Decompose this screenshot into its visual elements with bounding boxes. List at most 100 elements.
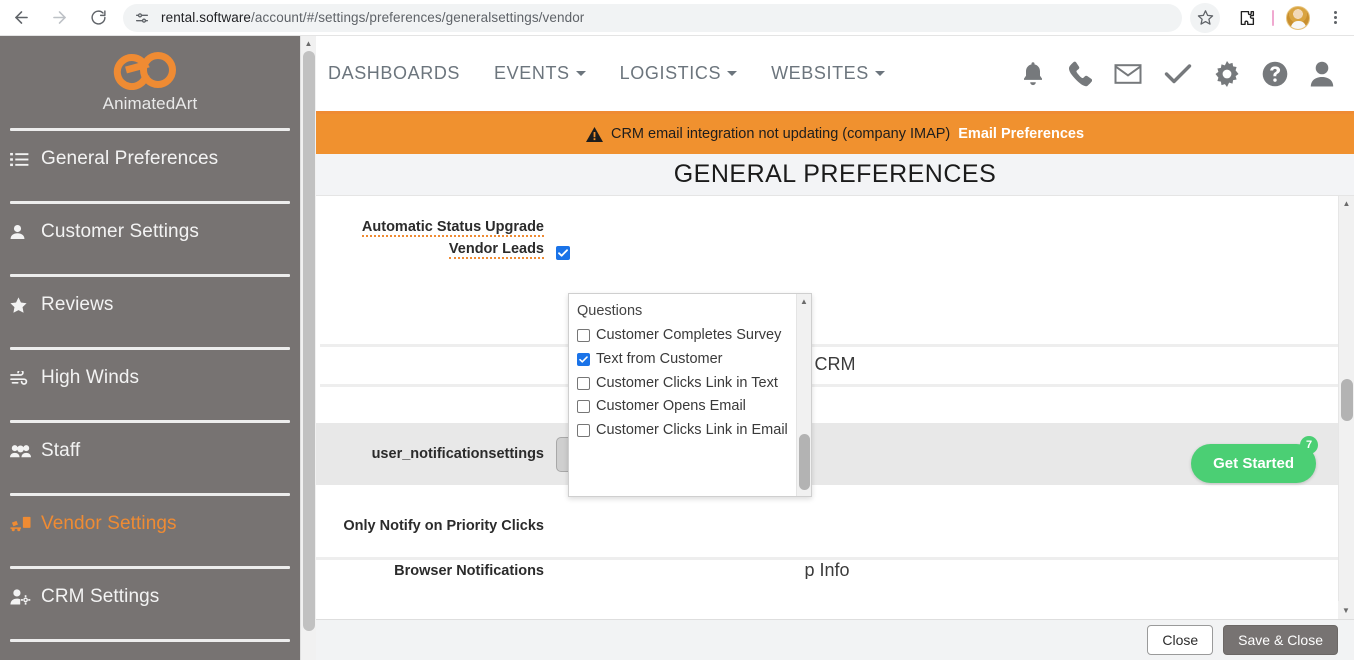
alert-message: CRM email integration not updating (comp…	[610, 126, 951, 142]
sidebar-item-reviews[interactable]: Reviews	[10, 277, 290, 333]
sidebar-item-label: Staff	[41, 440, 81, 461]
sidebar-item-customer-settings[interactable]: Customer Settings	[10, 204, 290, 260]
multiselect-option-label: Customer Clicks Link in Email	[596, 422, 788, 439]
multiselect-option[interactable]: Customer Completes Survey	[577, 324, 803, 348]
check-icon[interactable]	[1164, 62, 1192, 86]
page-body: AnimatedArt General Preferences Customer…	[0, 36, 1354, 660]
bell-icon[interactable]	[1021, 61, 1045, 87]
sidebar-item-vendor-settings[interactable]: Vendor Settings	[10, 496, 290, 552]
forward-button[interactable]	[44, 3, 74, 33]
scroll-up-arrow-icon[interactable]: ▲	[301, 36, 316, 50]
top-nav-links: DASHBOARDS EVENTS LOGISTICS WEBSITES	[328, 63, 885, 84]
section-header-partial: p Info	[316, 557, 1338, 579]
nav-logistics[interactable]: LOGISTICS	[620, 63, 738, 84]
gear-icon[interactable]	[1214, 60, 1240, 87]
field-row-priority-clicks: Only Notify on Priority Clicks	[316, 485, 1354, 537]
sidebar-item-general-preferences[interactable]: General Preferences	[10, 131, 290, 187]
nav-events[interactable]: EVENTS	[494, 63, 586, 84]
content-scrollbar[interactable]: ▲	[1338, 196, 1354, 616]
nav-websites[interactable]: WEBSITES	[771, 63, 885, 84]
app-content: DASHBOARDS EVENTS LOGISTICS WEBSITES CRM…	[316, 36, 1354, 660]
truck-loading-icon	[10, 516, 32, 532]
star-icon	[10, 297, 32, 313]
profile-avatar[interactable]	[1286, 5, 1310, 30]
top-nav-icons	[1021, 60, 1342, 87]
auto-status-upgrade-label: Automatic Status Upgrade Vendor Leads	[316, 216, 556, 261]
checkbox-icon[interactable]	[577, 424, 590, 438]
brand-name: AnimatedArt	[102, 94, 198, 113]
checkbox-icon[interactable]	[577, 400, 590, 414]
extensions-puzzle-icon[interactable]	[1234, 5, 1260, 31]
list-icon	[10, 152, 32, 167]
multiselect-option-label: Customer Completes Survey	[596, 327, 782, 343]
top-navigation: DASHBOARDS EVENTS LOGISTICS WEBSITES	[316, 36, 1354, 114]
site-settings-icon[interactable]	[133, 9, 151, 27]
alert-banner: CRM email integration not updating (comp…	[316, 114, 1354, 154]
kebab-menu-icon[interactable]	[1322, 5, 1348, 31]
get-started-button[interactable]: Get Started 7	[1191, 436, 1318, 483]
url-domain: rental.software	[161, 10, 252, 25]
content-scrollbar-thumb[interactable]	[1341, 379, 1353, 421]
page-scrollbar-thumb[interactable]	[303, 51, 315, 631]
multiselect-option[interactable]: Customer Opens Email	[577, 395, 803, 419]
close-button[interactable]: Close	[1147, 625, 1214, 655]
nav-dashboards[interactable]: DASHBOARDS	[328, 63, 460, 84]
sidebar-item-label: CRM Settings	[41, 586, 160, 607]
sidebar-item-help-info[interactable]: Help Info	[10, 642, 290, 660]
sidebar-item-label: High Winds	[41, 367, 140, 388]
address-bar[interactable]: rental.software/account/#/settings/prefe…	[123, 3, 1182, 32]
checkbox-icon[interactable]	[577, 376, 590, 390]
users-icon	[10, 444, 32, 458]
reload-icon	[90, 10, 106, 25]
email-preferences-link[interactable]: Email Preferences	[958, 126, 1084, 142]
chrome-right-controls	[1190, 2, 1354, 33]
question-circle-icon[interactable]	[1262, 61, 1288, 87]
multiselect-group-label: Questions	[577, 303, 643, 319]
phone-icon[interactable]	[1067, 61, 1092, 87]
scroll-up-arrow-icon[interactable]: ▲	[797, 294, 811, 308]
auto-status-label-line1: Automatic Status Upgrade	[361, 219, 544, 237]
sidebar-item-crm-settings[interactable]: CRM Settings	[10, 569, 290, 625]
section-header-crm: CRM	[320, 343, 1350, 387]
multiselect-option[interactable]: Text from Customer	[577, 348, 803, 372]
sidebar-item-high-winds[interactable]: High Winds	[10, 350, 290, 406]
reload-button[interactable]	[83, 3, 113, 33]
scroll-down-arrow-icon[interactable]: ▼	[1338, 601, 1354, 619]
save-and-close-button[interactable]: Save & Close	[1223, 625, 1338, 655]
sidebar-item-label: Customer Settings	[41, 221, 199, 242]
page-scrollbar[interactable]: ▲	[300, 36, 316, 660]
sidebar: AnimatedArt General Preferences Customer…	[0, 36, 300, 660]
auto-status-label-line2: Vendor Leads	[448, 241, 544, 260]
page-title-band: GENERAL PREFERENCES	[316, 154, 1354, 196]
actions-multiselect-dropdown[interactable]: Questions Customer Completes Survey Text…	[568, 293, 812, 497]
dropdown-scrollbar[interactable]: ▲	[796, 294, 811, 496]
settings-form-region: Automatic Status Upgrade Vendor Leads CR…	[316, 196, 1354, 616]
nav-label: WEBSITES	[771, 63, 869, 83]
dropdown-scrollbar-thumb[interactable]	[799, 434, 810, 490]
forward-arrow-icon	[52, 11, 66, 24]
auto-status-upgrade-checkbox[interactable]	[556, 246, 570, 260]
chevron-down-icon	[575, 71, 586, 76]
back-button[interactable]	[6, 3, 36, 33]
checkbox-icon[interactable]	[577, 329, 590, 342]
user-gear-icon	[10, 589, 32, 605]
auto-status-control	[556, 216, 1354, 260]
envelope-icon[interactable]	[1114, 63, 1142, 85]
warning-triangle-icon	[585, 126, 603, 142]
priority-clicks-label: Only Notify on Priority Clicks	[343, 517, 544, 534]
scroll-up-arrow-icon[interactable]: ▲	[1339, 196, 1354, 211]
bookmark-star-icon[interactable]	[1190, 2, 1220, 33]
browser-chrome: rental.software/account/#/settings/prefe…	[0, 0, 1354, 36]
user-icon[interactable]	[1310, 61, 1334, 87]
priority-clicks-control[interactable]	[556, 515, 1354, 516]
field-row-auto-status-upgrade: Automatic Status Upgrade Vendor Leads	[316, 196, 1354, 261]
checkbox-checked-icon[interactable]	[577, 352, 590, 366]
back-arrow-icon	[14, 11, 28, 24]
nav-label: EVENTS	[494, 63, 570, 83]
sidebar-item-label: General Preferences	[41, 148, 219, 169]
sidebar-item-staff[interactable]: Staff	[10, 423, 290, 479]
multiselect-option[interactable]: Customer Clicks Link in Text	[577, 372, 803, 396]
dialog-footer: Close Save & Close	[316, 619, 1354, 660]
multiselect-option[interactable]: Customer Clicks Link in Email	[577, 419, 803, 443]
settings-form: Automatic Status Upgrade Vendor Leads CR…	[316, 196, 1354, 583]
